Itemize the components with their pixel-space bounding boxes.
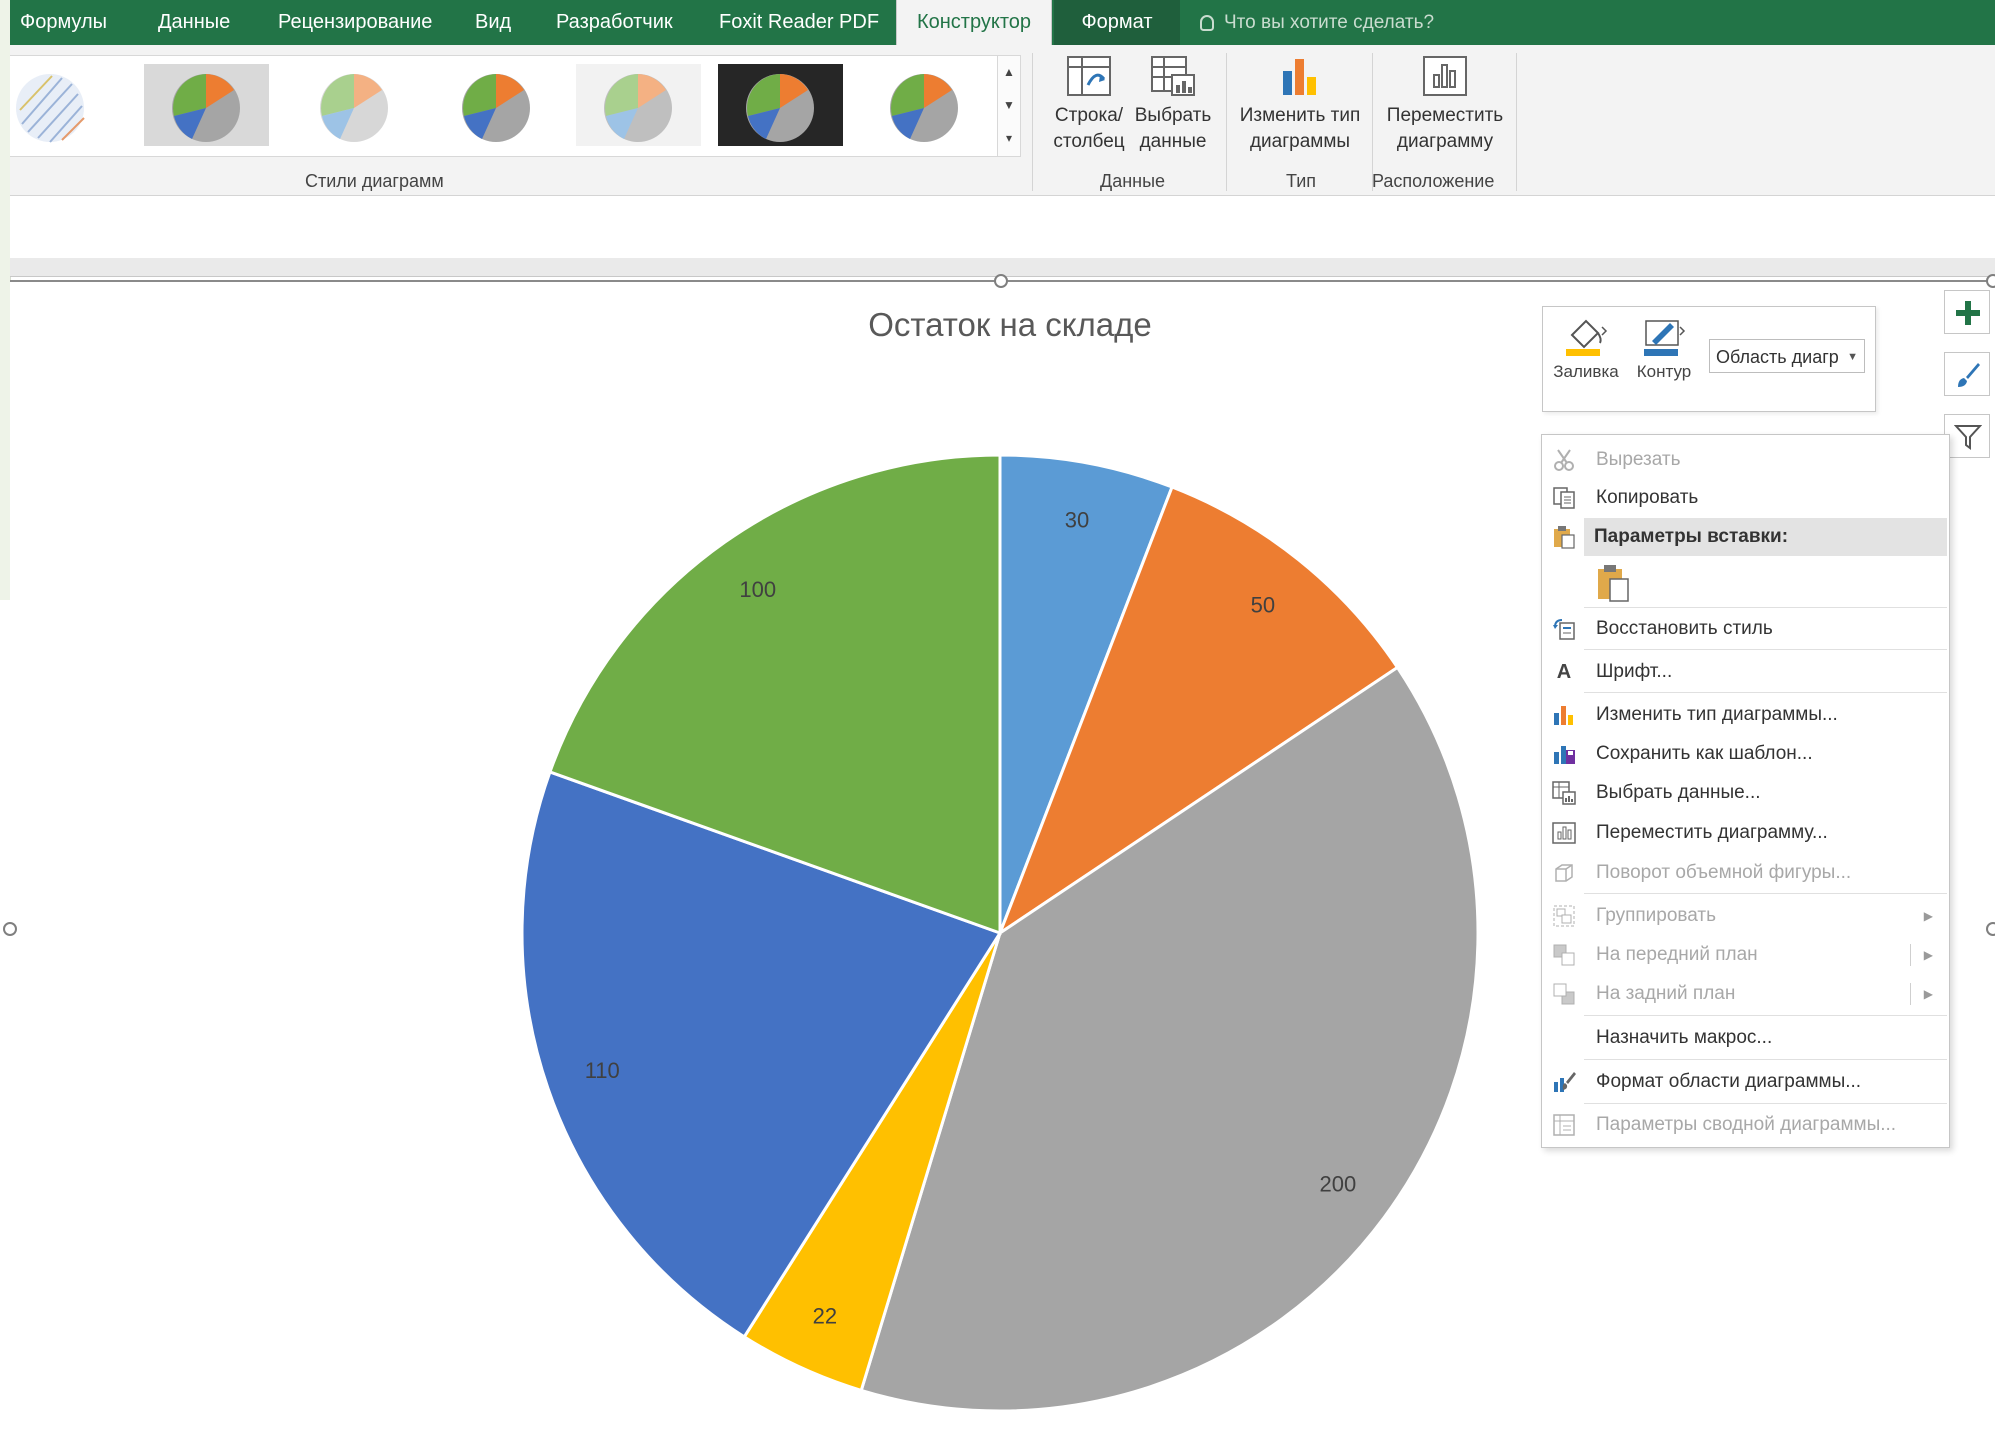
- move-chart-icon: [1552, 822, 1576, 844]
- menu-item-font[interactable]: A Шрифт...: [1542, 653, 1947, 691]
- pivot-chart-options-icon: [1553, 1114, 1575, 1136]
- change-chart-type-icon: [1554, 706, 1573, 725]
- chart-element-dropdown[interactable]: Область диагр ▼: [1709, 339, 1865, 373]
- menu-item-label: Формат области диаграммы...: [1596, 1071, 1862, 1092]
- submenu-arrow-icon: ▶: [1923, 987, 1933, 1001]
- chart-element-value: Область диагр: [1716, 347, 1839, 367]
- submenu-arrow-icon: ▶: [1923, 909, 1933, 923]
- menu-item-label: Изменить тип диаграммы...: [1596, 704, 1838, 725]
- menu-item-label: Сохранить как шаблон...: [1596, 743, 1813, 764]
- context-menu: Вырезать Копировать Параметры вставки: В…: [1541, 434, 1950, 1148]
- chart-styles-button[interactable]: [1944, 352, 1990, 396]
- submenu-divider: [1910, 944, 1911, 966]
- menu-item-change-chart-type[interactable]: Изменить тип диаграммы...: [1542, 696, 1947, 734]
- menu-separator: [1584, 649, 1947, 650]
- menu-item-3d-rotation[interactable]: Поворот объемной фигуры...: [1542, 854, 1947, 892]
- menu-item-cut[interactable]: Вырезать: [1542, 441, 1947, 479]
- menu-separator: [1584, 893, 1947, 894]
- plus-icon: [1956, 301, 1980, 325]
- chart-filters-button[interactable]: [1944, 414, 1990, 458]
- scissors-icon: [1554, 449, 1574, 471]
- data-label[interactable]: 50: [1251, 593, 1275, 618]
- data-label[interactable]: 30: [1065, 507, 1089, 532]
- menu-item-label: Копировать: [1596, 487, 1699, 508]
- menu-separator: [1584, 1015, 1947, 1016]
- menu-separator: [1584, 1059, 1947, 1060]
- menu-item-label: Группировать: [1596, 905, 1717, 926]
- menu-item-label: Поворот объемной фигуры...: [1596, 862, 1852, 883]
- copy-icon: [1553, 487, 1575, 509]
- menu-separator: [1584, 607, 1947, 608]
- group-icon: [1553, 905, 1575, 927]
- menu-item-label: Выбрать данные...: [1596, 782, 1761, 803]
- outline-label: Контур: [1636, 362, 1692, 381]
- outline-button[interactable]: Контур: [1627, 315, 1701, 382]
- menu-item-send-backward[interactable]: На задний план ▶: [1542, 975, 1947, 1013]
- menu-item-label: Восстановить стиль: [1596, 618, 1773, 639]
- paint-bucket-icon: [1566, 319, 1608, 356]
- menu-item-pivot-chart-options[interactable]: Параметры сводной диаграммы...: [1542, 1106, 1947, 1144]
- format-chart-area-icon: [1554, 1072, 1576, 1092]
- mini-toolbar: Заливка Контур Область диагр ▼: [1542, 306, 1876, 412]
- 3d-rotation-icon: [1555, 864, 1573, 882]
- menu-item-label: На задний план: [1596, 983, 1736, 1004]
- paste-options-header: Параметры вставки:: [1584, 518, 1947, 556]
- select-data-icon: [1552, 781, 1576, 805]
- fill-label: Заливка: [1553, 362, 1619, 381]
- filter-icon: [1954, 425, 1982, 450]
- submenu-arrow-icon: ▶: [1923, 948, 1933, 962]
- fill-button[interactable]: Заливка: [1551, 315, 1621, 382]
- menu-item-format-chart-area[interactable]: Формат области диаграммы...: [1542, 1063, 1947, 1101]
- menu-separator: [1584, 692, 1947, 693]
- menu-separator: [1584, 1103, 1947, 1104]
- data-label[interactable]: 200: [1320, 1172, 1357, 1197]
- send-backward-icon: [1553, 983, 1575, 1005]
- chevron-down-icon: ▼: [1847, 351, 1858, 363]
- font-icon: A: [1556, 661, 1572, 683]
- paste-options-label: Параметры вставки:: [1594, 526, 1789, 547]
- menu-item-move-chart[interactable]: Переместить диаграмму...: [1542, 814, 1947, 852]
- paste-icon: [1598, 565, 1629, 602]
- menu-item-select-data[interactable]: Выбрать данные...: [1542, 774, 1947, 812]
- submenu-divider: [1910, 983, 1911, 1005]
- menu-item-label: Параметры сводной диаграммы...: [1596, 1114, 1897, 1135]
- paintbrush-icon: [1958, 363, 1980, 387]
- menu-item-label: Переместить диаграмму...: [1596, 822, 1828, 843]
- pen-outline-icon: [1644, 320, 1686, 356]
- menu-item-label: Вырезать: [1596, 449, 1681, 470]
- menu-item-assign-macro[interactable]: Назначить макрос...: [1542, 1019, 1947, 1057]
- menu-item-copy[interactable]: Копировать: [1542, 479, 1947, 517]
- data-label[interactable]: 110: [585, 1058, 620, 1083]
- menu-item-bring-forward[interactable]: На передний план ▶: [1542, 936, 1947, 974]
- menu-item-label: Шрифт...: [1596, 661, 1673, 682]
- menu-item-group[interactable]: Группировать ▶: [1542, 897, 1947, 935]
- paste-option-keep-formatting[interactable]: [1594, 563, 1634, 605]
- save-template-icon: [1554, 746, 1575, 764]
- menu-item-label: На передний план: [1596, 944, 1758, 965]
- chart-elements-button[interactable]: [1944, 290, 1990, 334]
- reset-style-icon: [1553, 619, 1575, 640]
- menu-item-label: Назначить макрос...: [1596, 1027, 1773, 1048]
- menu-item-reset-style[interactable]: Восстановить стиль: [1542, 610, 1947, 648]
- menu-item-save-as-template[interactable]: Сохранить как шаблон...: [1542, 735, 1947, 773]
- data-label[interactable]: 100: [739, 577, 776, 602]
- bring-forward-icon: [1553, 944, 1575, 966]
- data-label[interactable]: 22: [813, 1303, 837, 1328]
- paste-icon: [1554, 526, 1575, 549]
